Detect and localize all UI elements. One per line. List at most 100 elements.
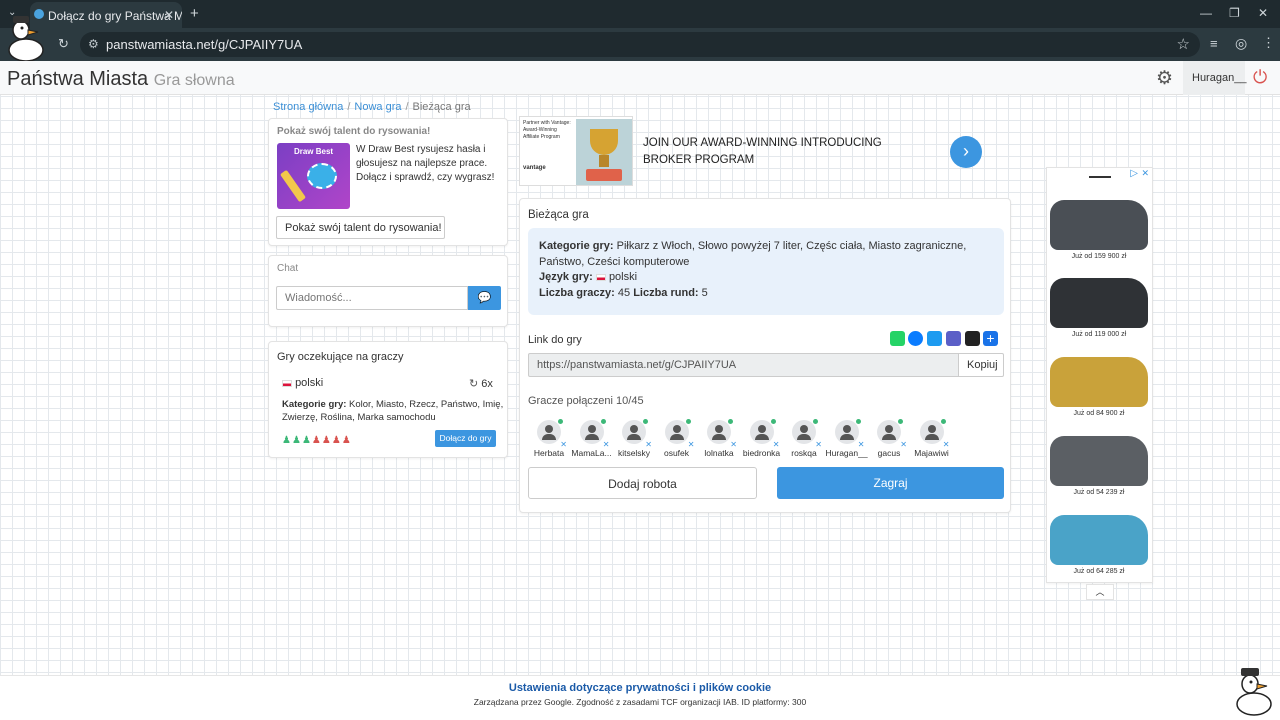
brand-subtitle: Gra słowna: [153, 72, 235, 89]
kick-player-icon[interactable]: ✕: [645, 440, 652, 449]
promo-image[interactable]: Draw Best: [277, 143, 350, 209]
restore-icon[interactable]: ❐: [1229, 6, 1240, 20]
window-close-icon[interactable]: ✕: [1258, 6, 1268, 20]
ad-car-item[interactable]: Już od 84 900 zł: [1048, 357, 1150, 417]
online-status-dot: [600, 419, 606, 424]
waiting-categories: Kategorie gry: Kolor, Miasto, Rzecz, Pań…: [282, 398, 504, 424]
bookmark-star-icon[interactable]: ☆: [1177, 35, 1190, 53]
play-button[interactable]: Zagraj: [777, 467, 1004, 499]
privacy-settings-link[interactable]: Ustawienia dotyczące prywatności i plikó…: [0, 682, 1280, 694]
avatar-head: [545, 425, 553, 433]
promo-button[interactable]: Pokaż swój talent do rysowania!: [276, 216, 445, 239]
twitter-share-icon[interactable]: [927, 331, 942, 346]
profile-icon[interactable]: ◎: [1235, 35, 1247, 52]
breadcrumb-new-game-link[interactable]: Nowa gra: [354, 101, 401, 113]
rounds-count-value: 5: [701, 287, 708, 299]
minimize-icon[interactable]: —: [1200, 6, 1212, 20]
ad-car-item[interactable]: Już od 119 000 zł: [1048, 278, 1150, 338]
waiting-language: polski: [282, 377, 323, 389]
kick-player-icon[interactable]: ✕: [688, 440, 695, 449]
avatar-head: [927, 425, 936, 433]
privacy-note: Zarządzana przez Google. Zgodność z zasa…: [473, 697, 807, 707]
car-image: [1050, 515, 1148, 565]
teams-share-icon[interactable]: [946, 331, 961, 346]
player-slot-icon: ♟: [282, 435, 291, 446]
car-price: Już od 159 900 zł: [1071, 253, 1127, 260]
promo-text: W Draw Best rysujesz hasła i głosujesz n…: [356, 144, 495, 183]
duck-mascot-icon: [1236, 668, 1272, 716]
tab-close-icon[interactable]: ✕: [164, 8, 174, 22]
trophy-base: [586, 169, 622, 181]
user-avatar-icon: ✕: [537, 419, 567, 449]
reload-icon[interactable]: ↻: [58, 36, 69, 52]
ad-car-item[interactable]: Już od 159 900 zł: [1048, 200, 1150, 260]
kick-player-icon[interactable]: ✕: [730, 440, 737, 449]
copy-link-button[interactable]: Kopiuj: [958, 353, 1004, 377]
player-item[interactable]: ✕ gacus: [868, 419, 910, 458]
player-name: kitselsky: [617, 448, 651, 458]
player-name: MamaLa...: [571, 448, 612, 458]
promo-panel: Pokaż swój talent do rysowania! Draw Bes…: [268, 118, 508, 246]
site-header: Państwa Miasta Gra słowna ⚙ Huragan__ ⏻: [0, 61, 1280, 95]
ad-car-item[interactable]: Już od 54 239 zł: [1048, 436, 1150, 496]
online-status-dot: [558, 419, 563, 424]
car-price: Już od 64 285 zł: [1073, 568, 1125, 575]
ad-close-icon[interactable]: ✕: [1141, 168, 1149, 179]
avatar-body: [542, 434, 556, 440]
banner-ad-text[interactable]: JOIN OUR AWARD-WINNING INTRODUCING BROKE…: [643, 135, 882, 169]
site-info-icon[interactable]: ⚙: [88, 37, 99, 51]
chat-send-button[interactable]: 💬: [468, 286, 501, 310]
browser-tab-bar: ⌄ Dołącz do gry Państwa Miasta ✕ + — ❐ ✕: [0, 0, 1280, 28]
kick-player-icon[interactable]: ✕: [943, 440, 950, 449]
kick-player-icon[interactable]: ✕: [560, 440, 567, 449]
game-link-label: Link do gry: [528, 334, 582, 346]
snapchat-share-icon[interactable]: [965, 331, 980, 346]
banner-ad-arrow-button[interactable]: ›: [950, 136, 982, 168]
browser-tab[interactable]: Dołącz do gry Państwa Miasta ✕: [30, 2, 182, 28]
join-game-button[interactable]: Dołącz do gry: [435, 430, 496, 447]
kick-player-icon[interactable]: ✕: [773, 440, 780, 449]
user-avatar-icon: ✕: [707, 419, 737, 449]
player-slots: ♟♟♟♟♟♟♟: [282, 430, 352, 446]
more-share-icon[interactable]: +: [983, 331, 998, 346]
poland-flag-icon: [595, 273, 606, 281]
trophy-stem: [599, 155, 609, 167]
user-menu[interactable]: Huragan__: [1183, 61, 1246, 95]
url-bar[interactable]: ⚙ panstwamiasta.net/g/CJPAIIY7UA ☆: [80, 32, 1200, 57]
player-item[interactable]: ✕ lolnatka: [698, 419, 740, 458]
player-item[interactable]: ✕ kitselsky: [613, 419, 655, 458]
new-tab-icon[interactable]: +: [190, 5, 199, 22]
media-icon[interactable]: ≡: [1210, 36, 1218, 51]
chat-message-input[interactable]: [276, 286, 468, 310]
player-item[interactable]: ✕ Huragan__: [826, 419, 868, 458]
player-item[interactable]: ✕ roskqa: [783, 419, 825, 458]
kick-player-icon[interactable]: ✕: [603, 440, 610, 449]
kick-player-icon[interactable]: ✕: [858, 440, 865, 449]
avatar-head: [715, 425, 723, 433]
ad-collapse-button[interactable]: ︿: [1086, 584, 1114, 600]
online-status-dot: [770, 419, 776, 424]
settings-gear-icon[interactable]: ⚙: [1156, 67, 1173, 90]
kick-player-icon[interactable]: ✕: [900, 440, 907, 449]
player-item[interactable]: ✕ MamaLa...: [571, 419, 613, 458]
ad-car-item[interactable]: Już od 64 285 zł: [1048, 515, 1150, 575]
avatar-body: [627, 434, 641, 440]
avatar-body: [839, 434, 854, 440]
game-link-input[interactable]: [528, 353, 959, 377]
adchoices-icon[interactable]: ▷: [1130, 168, 1138, 179]
banner-ad-image[interactable]: Partner with Vantage: Award-Winning Affi…: [519, 116, 633, 186]
add-robot-button[interactable]: Dodaj robota: [528, 467, 757, 499]
player-name: Majawiwi: [914, 448, 949, 458]
player-item[interactable]: ✕ osufek: [656, 419, 698, 458]
whatsapp-share-icon[interactable]: [890, 331, 905, 346]
player-item[interactable]: ✕ Majawiwi: [911, 419, 953, 458]
menu-icon[interactable]: ⋮: [1262, 35, 1275, 51]
waiting-title: Gry oczekujące na graczy: [277, 351, 404, 363]
messenger-share-icon[interactable]: [908, 331, 923, 346]
breadcrumb-home-link[interactable]: Strona główna: [273, 101, 343, 113]
site-logo[interactable]: Państwa Miasta Gra słowna: [7, 68, 235, 91]
player-item[interactable]: ✕ Herbata: [528, 419, 570, 458]
logout-power-icon[interactable]: ⏻: [1253, 67, 1267, 88]
kick-player-icon[interactable]: ✕: [815, 440, 822, 449]
player-item[interactable]: ✕ biedronka: [741, 419, 783, 458]
